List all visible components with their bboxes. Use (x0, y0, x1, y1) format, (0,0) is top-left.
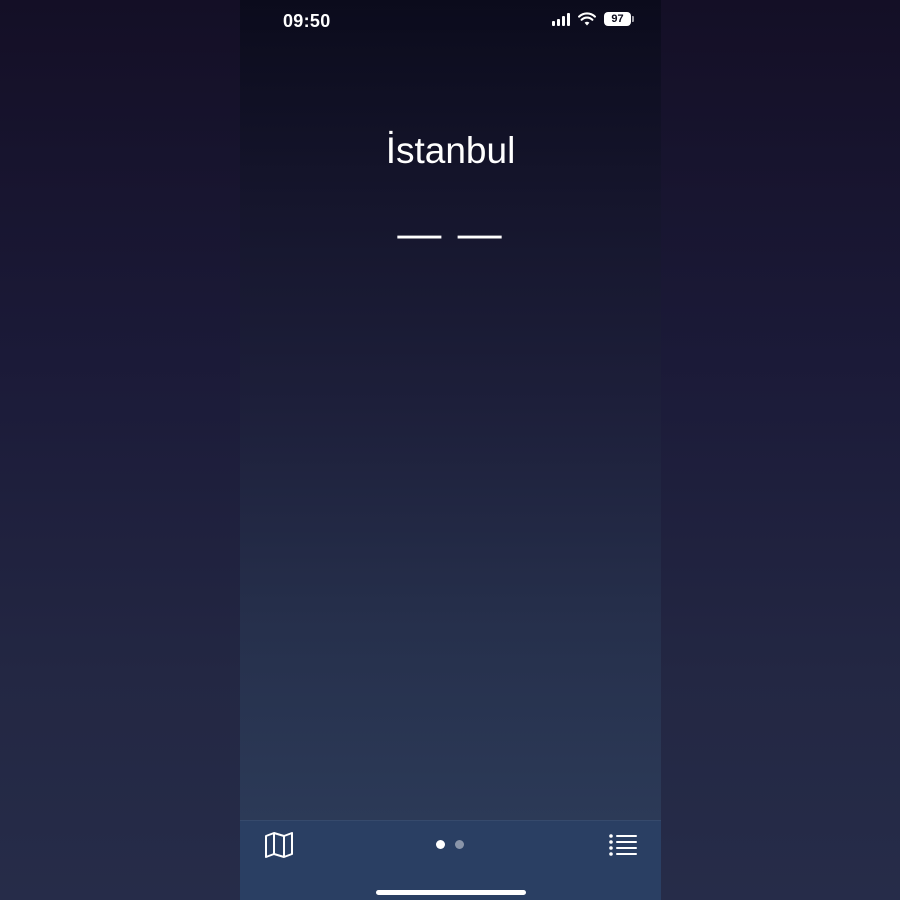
page-dot-1[interactable] (436, 840, 445, 849)
battery-level: 97 (611, 13, 624, 25)
weather-app-screen: 09:50 97 İstanbul — — (240, 0, 661, 900)
bottom-toolbar (240, 820, 661, 900)
home-indicator[interactable] (376, 890, 526, 895)
status-bar: 09:50 97 (240, 0, 661, 42)
list-icon[interactable] (608, 833, 638, 857)
page-dot-2[interactable] (455, 840, 464, 849)
status-icons: 97 (552, 12, 634, 26)
signal-icon (552, 12, 570, 26)
status-time: 09:50 (283, 11, 331, 31)
wifi-icon (578, 12, 596, 26)
city-name: İstanbul (385, 130, 516, 171)
page-indicator (436, 840, 464, 849)
map-icon[interactable] (263, 831, 295, 859)
temperature-placeholder: — — (397, 209, 504, 258)
battery-icon: 97 (604, 12, 634, 26)
